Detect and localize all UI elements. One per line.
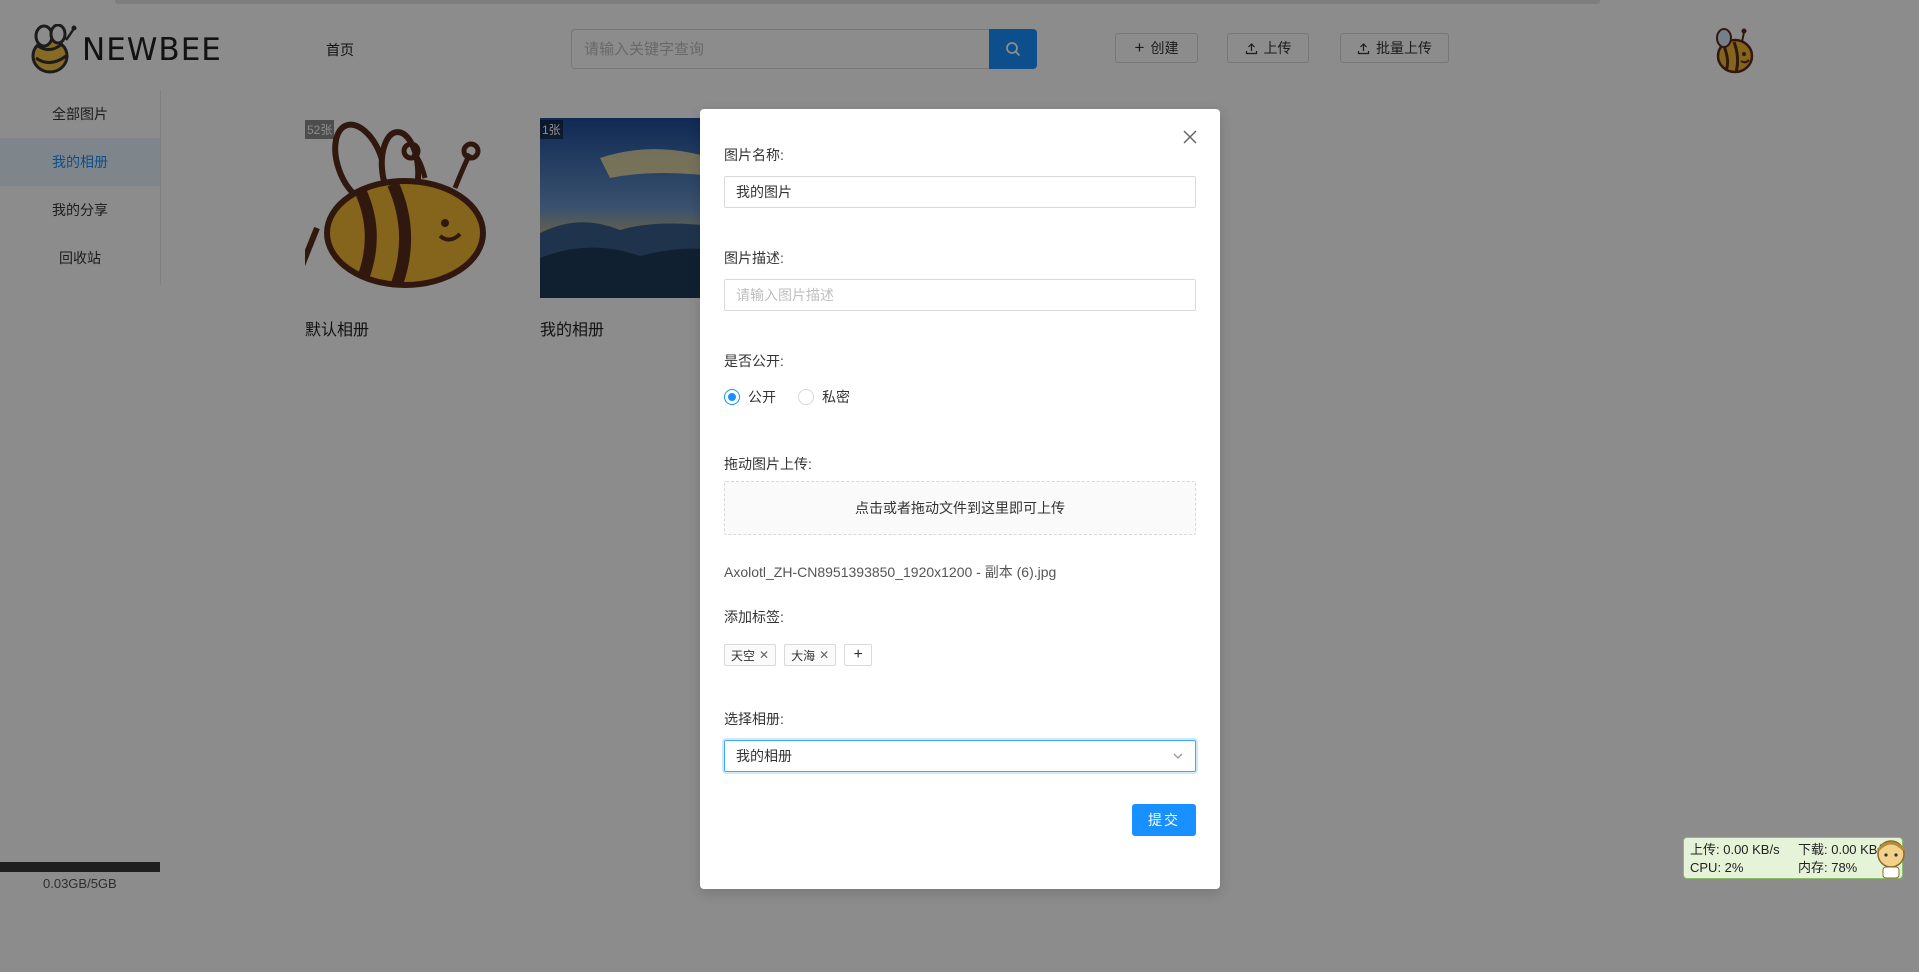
private-radio-label[interactable]: 私密 [822, 387, 850, 407]
tag-chip: 天空 ✕ [724, 644, 777, 666]
close-icon[interactable] [1180, 127, 1200, 147]
selected-file-name: Axolotl_ZH-CN8951393850_1920x1200 - 副本 (… [724, 564, 1057, 580]
visibility-label: 是否公开: [724, 353, 784, 369]
album-select[interactable]: 我的相册 [724, 740, 1196, 772]
tag-chip: 大海 ✕ [784, 644, 837, 666]
image-description-label: 图片描述: [724, 250, 784, 266]
cpu-usage: CPU: 2% [1690, 860, 1744, 875]
select-album-label: 选择相册: [724, 711, 784, 727]
upload-dropzone[interactable]: 点击或者拖动文件到这里即可上传 [724, 481, 1196, 535]
visibility-radio-group: 公开 私密 [724, 387, 850, 407]
close-icon[interactable]: ✕ [759, 648, 769, 662]
upload-speed: 上传: 0.00 KB/s [1690, 842, 1780, 857]
public-radio-label[interactable]: 公开 [748, 387, 776, 407]
image-name-label: 图片名称: [724, 147, 784, 163]
image-description-input[interactable] [724, 279, 1196, 311]
mascot-icon [1876, 840, 1906, 879]
image-name-input[interactable] [724, 176, 1196, 208]
tag-label: 天空 [731, 648, 756, 663]
chevron-down-icon [1173, 753, 1183, 759]
plus-icon: + [853, 646, 863, 663]
upload-image-dialog: 图片名称: 图片描述: 是否公开: 公开 私密 拖动图片上传: 点击或者拖动文件… [700, 109, 1220, 889]
submit-button[interactable]: 提交 [1132, 804, 1196, 836]
add-tag-button[interactable]: + [844, 644, 873, 666]
network-monitor-widget[interactable]: 上传: 0.00 KB/s 下载: 0.00 KB/s CPU: 2% 内存: … [1683, 837, 1906, 879]
drag-upload-label: 拖动图片上传: [724, 456, 812, 472]
close-icon[interactable]: ✕ [819, 648, 829, 662]
tag-list: 天空 ✕ 大海 ✕ + [724, 644, 873, 666]
tag-label: 大海 [791, 648, 816, 663]
private-radio[interactable] [798, 389, 814, 405]
memory-usage: 内存: 78% [1798, 860, 1858, 875]
add-tags-label: 添加标签: [724, 609, 784, 625]
album-select-value: 我的相册 [736, 748, 792, 764]
public-radio[interactable] [724, 389, 740, 405]
dropzone-text: 点击或者拖动文件到这里即可上传 [855, 500, 1065, 516]
